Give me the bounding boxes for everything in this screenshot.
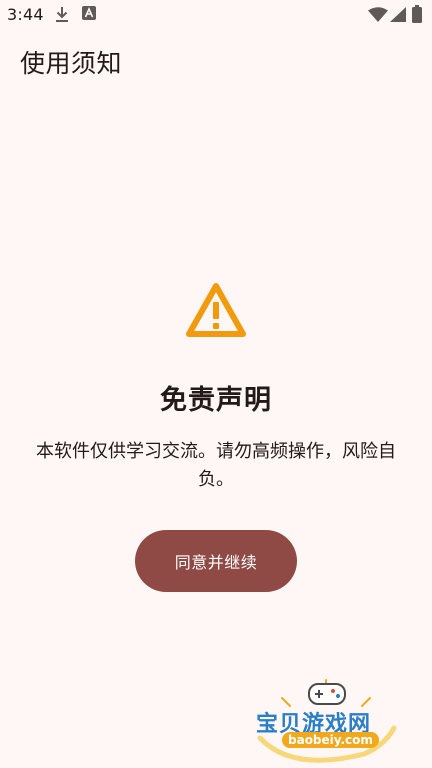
page-title: 使用须知 [20,49,123,78]
agree-continue-button[interactable]: 同意并继续 [135,530,297,592]
wifi-icon [368,7,388,22]
warning-icon [186,283,246,337]
battery-icon [412,5,422,23]
a-notification-icon [82,6,96,20]
status-time: 3:44 [7,5,44,24]
cell-signal-icon [390,7,406,22]
watermark-url: baobeiy.com [282,732,379,748]
dialog-body: 本软件仅供学习交流。请勿高频操作，风险自负。 [36,441,396,490]
download-icon [56,7,68,22]
status-bar: 3:44 [0,0,432,30]
watermark-logo: 宝贝游戏网 baobeiy.com [252,676,402,768]
dialog-title: 免责声明 [160,385,272,416]
